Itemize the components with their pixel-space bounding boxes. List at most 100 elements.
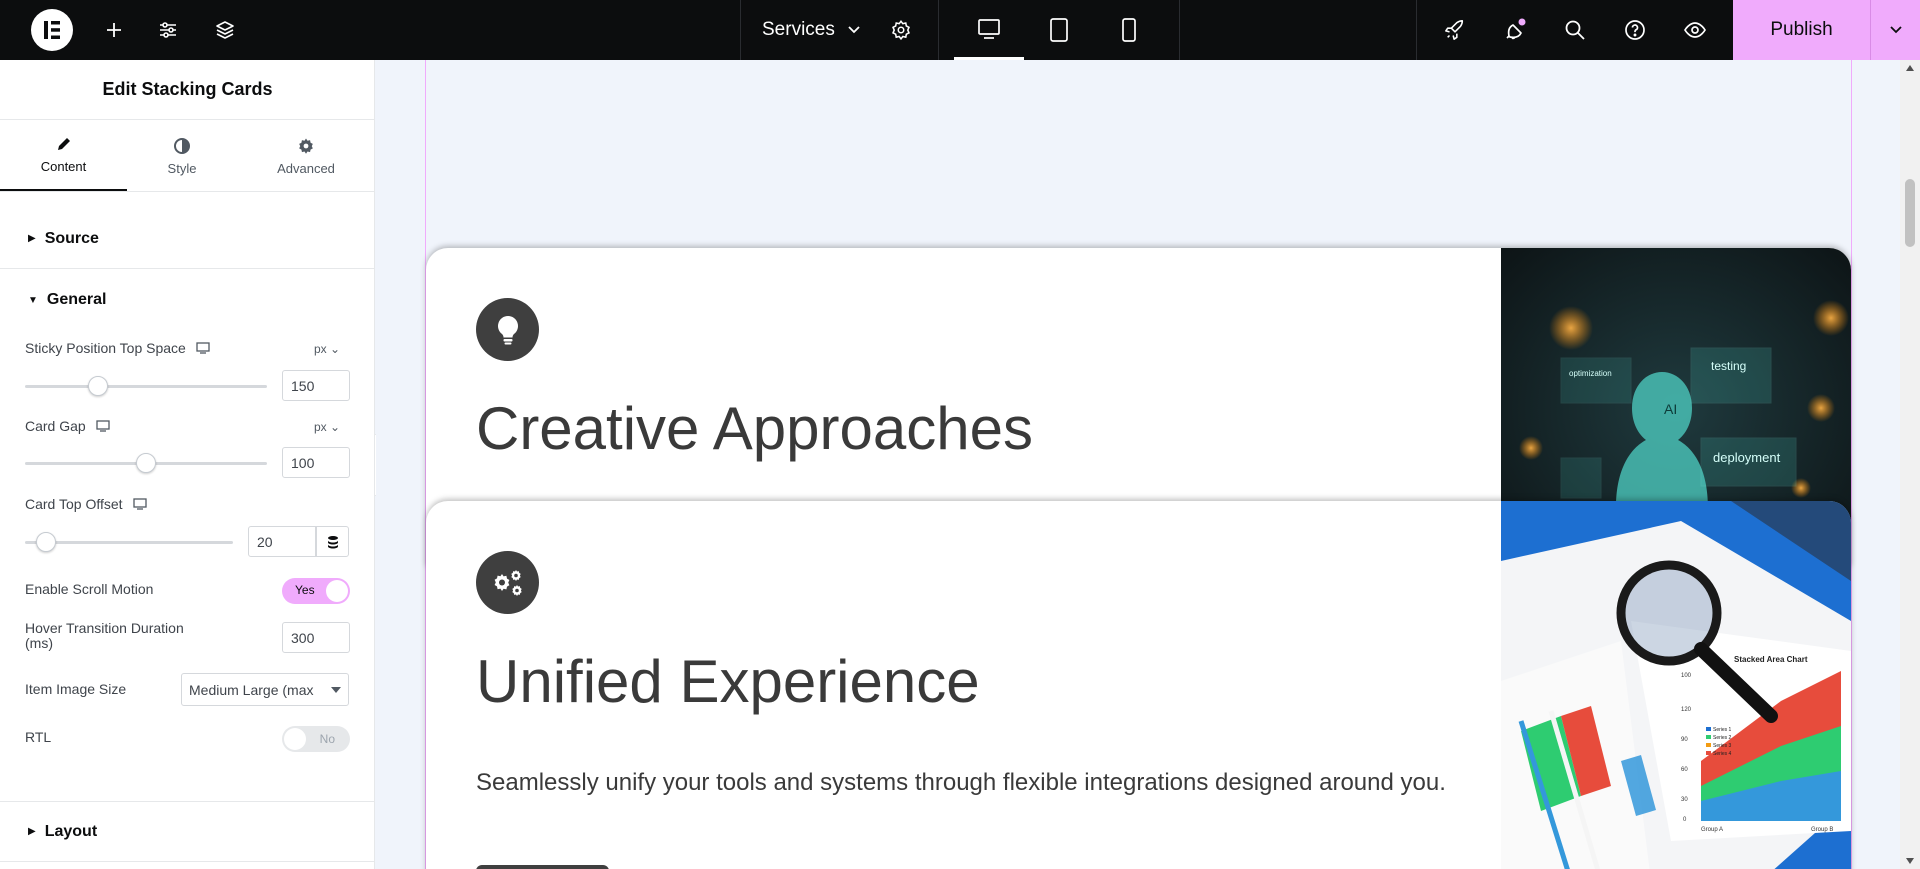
- toggle-knob: [326, 580, 348, 602]
- image-label: AI: [1664, 401, 1677, 417]
- publish-options-button[interactable]: [1870, 0, 1920, 60]
- scroll-motion-label: Enable Scroll Motion: [25, 581, 153, 597]
- scroll-down-icon[interactable]: [1905, 857, 1915, 865]
- slider-track[interactable]: [25, 385, 267, 388]
- notifications-icon[interactable]: [1499, 14, 1531, 46]
- axis-tick: Group A: [1701, 827, 1723, 833]
- tab-label: Advanced: [277, 160, 335, 176]
- image-label: testing: [1711, 359, 1746, 373]
- help-icon[interactable]: [1619, 14, 1651, 46]
- responsive-desktop-icon[interactable]: [196, 342, 210, 354]
- editor-panel: Edit Stacking Cards Content Style Advanc…: [0, 60, 375, 869]
- cogs-icon: [476, 551, 539, 614]
- canvas-scrollbar[interactable]: [1900, 60, 1920, 869]
- mobile-icon[interactable]: [1094, 0, 1164, 60]
- chart-title-label: Stacked Area Chart: [1734, 655, 1808, 664]
- axis-tick: Group B: [1811, 827, 1833, 833]
- half-circle-icon: [174, 137, 190, 154]
- control-label: Card Gap: [25, 418, 86, 434]
- divider: [740, 0, 741, 60]
- control-label: Sticky Position Top Space: [25, 340, 186, 356]
- card-gap-label: Card Gap: [25, 418, 110, 434]
- dynamic-tags-button[interactable]: [316, 526, 349, 557]
- control-label-unit: (ms): [25, 635, 53, 651]
- section-source[interactable]: ▶ Source: [0, 209, 375, 269]
- section-title: General: [46, 291, 107, 308]
- pencil-icon: [57, 138, 70, 150]
- publish-button[interactable]: Publish: [1733, 0, 1870, 60]
- rtl-toggle[interactable]: No: [282, 726, 350, 752]
- gear-icon: [299, 138, 313, 154]
- card-top-offset-input[interactable]: 20: [248, 526, 316, 557]
- scrollbar-thumb[interactable]: [1905, 179, 1915, 247]
- legend-item: Series 3: [1713, 743, 1732, 749]
- responsive-desktop-icon[interactable]: [132, 498, 147, 510]
- tab-style[interactable]: Style: [127, 120, 237, 192]
- unit-selector[interactable]: px ⌄: [314, 342, 340, 356]
- slider-track[interactable]: [25, 541, 233, 544]
- toggle-knob: [284, 728, 306, 750]
- chevron-down-icon: [848, 26, 860, 34]
- axis-tick: 100: [1681, 673, 1692, 679]
- elementor-logo-icon[interactable]: [31, 9, 73, 51]
- control-label: Item Image Size: [25, 681, 127, 697]
- caret-right-icon: ▶: [28, 826, 36, 837]
- image-size-select[interactable]: Medium Large (max: [181, 673, 349, 706]
- card-title: Creative Approaches: [476, 395, 1033, 462]
- scroll-motion-toggle[interactable]: Yes: [282, 578, 350, 604]
- scroll-up-icon[interactable]: [1905, 64, 1915, 72]
- divider: [1179, 0, 1180, 60]
- hover-duration-input[interactable]: 300: [282, 622, 350, 653]
- divider: [938, 0, 939, 60]
- page-settings-icon[interactable]: [885, 14, 917, 46]
- slider-handle[interactable]: [35, 532, 56, 552]
- structure-icon[interactable]: [209, 14, 241, 46]
- axis-tick: 120: [1681, 707, 1692, 713]
- divider: [1416, 0, 1417, 60]
- divider: [0, 191, 375, 192]
- magnifier-chart-image: Stacked Area Chart 100 120 90 60 30 0 Gr…: [1501, 501, 1851, 869]
- caret-down-icon: ▼: [28, 294, 38, 306]
- unit-selector[interactable]: px ⌄: [314, 420, 340, 434]
- tab-content[interactable]: Content: [0, 120, 127, 192]
- preview-icon[interactable]: [1679, 14, 1711, 46]
- section-layout[interactable]: ▶ Layout: [0, 802, 375, 862]
- card-button[interactable]: [476, 865, 609, 869]
- search-icon[interactable]: [1559, 14, 1591, 46]
- stacking-card[interactable]: Unified Experience Seamlessly unify your…: [426, 501, 1851, 869]
- tab-advanced[interactable]: Advanced: [237, 120, 375, 192]
- control-label: Hover Transition Duration: [25, 620, 184, 636]
- axis-tick: 30: [1681, 797, 1688, 803]
- site-settings-icon[interactable]: [152, 14, 184, 46]
- caret-down-icon: [331, 687, 341, 693]
- card-title: Unified Experience: [476, 648, 980, 715]
- toggle-state: No: [319, 732, 335, 746]
- card-gap-input[interactable]: 100: [282, 447, 350, 478]
- launchpad-icon[interactable]: [1439, 14, 1471, 46]
- sticky-top-input[interactable]: 150: [282, 370, 350, 401]
- sticky-top-label: Sticky Position Top Space: [25, 340, 210, 356]
- section-title: Layout: [44, 822, 98, 840]
- toggle-state: Yes: [295, 583, 315, 597]
- control-label: Card Top Offset: [25, 496, 123, 512]
- legend-item: Series 4: [1713, 751, 1732, 757]
- tablet-icon[interactable]: [1024, 0, 1094, 60]
- desktop-icon[interactable]: [954, 0, 1024, 60]
- widget-outline: [1851, 60, 1852, 869]
- database-icon: [327, 535, 338, 548]
- tab-label: Style: [167, 160, 197, 176]
- slider-handle[interactable]: [136, 453, 156, 473]
- image-label: optimization: [1569, 369, 1612, 378]
- page-name: Services: [762, 19, 835, 40]
- hover-duration-label: Hover Transition Duration (ms): [25, 621, 184, 651]
- unit-label: px: [314, 342, 327, 356]
- section-general[interactable]: ▼ General: [0, 270, 375, 330]
- card-top-offset-label: Card Top Offset: [25, 496, 147, 512]
- image-label: deployment: [1713, 450, 1781, 465]
- add-icon[interactable]: [98, 14, 130, 46]
- image-size-label: Item Image Size: [25, 681, 126, 697]
- page-selector[interactable]: Services: [762, 0, 861, 60]
- responsive-desktop-icon[interactable]: [96, 420, 110, 432]
- panel-title: Edit Stacking Cards: [0, 60, 375, 120]
- slider-handle[interactable]: [87, 376, 108, 396]
